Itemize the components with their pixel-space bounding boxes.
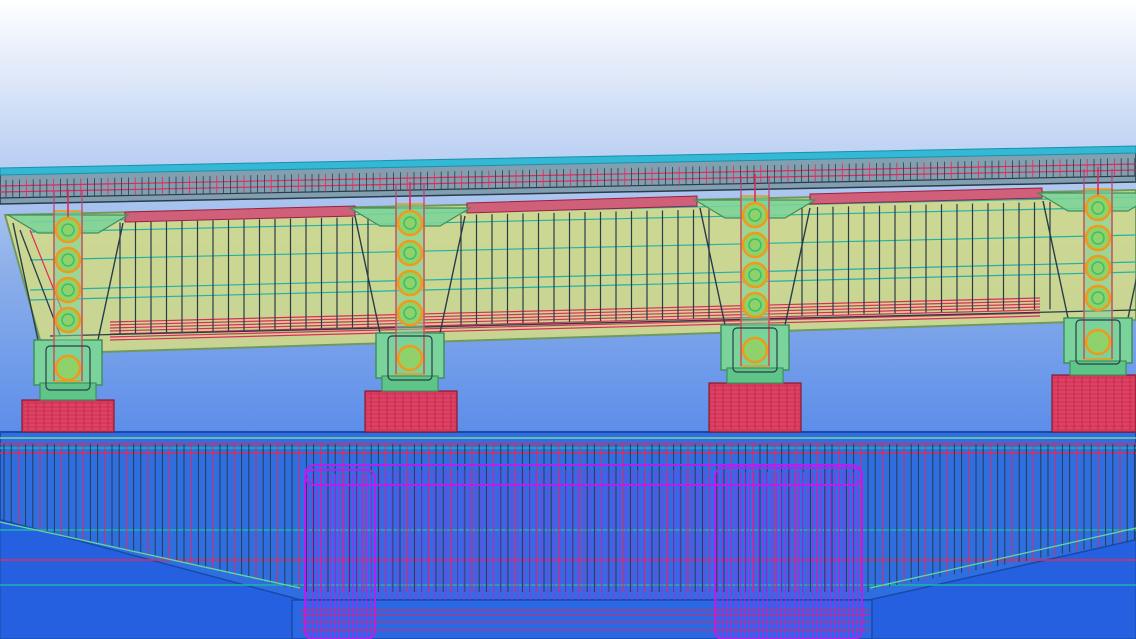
column-spiral-ring: [1084, 194, 1112, 222]
column-spiral-ring: [1084, 254, 1112, 282]
column-spiral-ring: [741, 291, 769, 319]
column-spiral-ring: [54, 276, 82, 304]
column-spiral-ring: [741, 231, 769, 259]
column-neck: [1069, 360, 1127, 376]
model-viewport[interactable]: [0, 0, 1136, 639]
column-spiral-ring: [54, 354, 82, 382]
column-spiral-ring: [741, 336, 769, 364]
column-neck: [726, 367, 784, 384]
column-spiral-ring: [396, 344, 424, 372]
column-spiral-ring: [396, 269, 424, 297]
pile-cap[interactable]: [0, 431, 1136, 639]
column-spiral-ring: [1084, 328, 1112, 356]
column-spiral-ring: [54, 306, 82, 334]
column-neck: [381, 375, 439, 392]
column-spiral-ring: [54, 216, 82, 244]
column-spiral-ring: [1084, 284, 1112, 312]
column-spiral-ring: [741, 201, 769, 229]
column-spiral-ring: [396, 239, 424, 267]
column-neck: [39, 382, 97, 401]
rebar-structure-3d-view[interactable]: [0, 0, 1136, 639]
column-spiral-ring: [741, 261, 769, 289]
column-spiral-ring: [396, 209, 424, 237]
column-spiral-ring: [396, 299, 424, 327]
column-spiral-ring: [1084, 224, 1112, 252]
bearing-block: [1051, 374, 1136, 433]
column-spiral-ring: [54, 246, 82, 274]
